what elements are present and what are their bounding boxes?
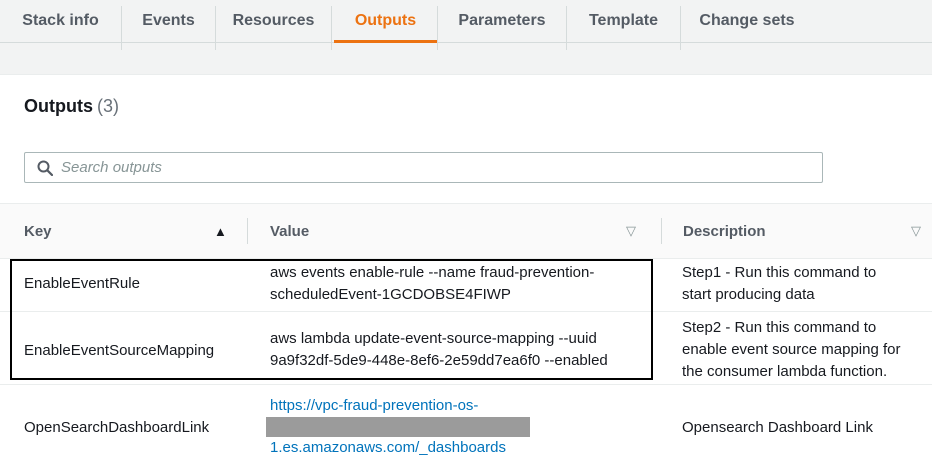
- description-line: enable event source mapping for: [682, 341, 901, 358]
- column-divider[interactable]: [661, 218, 662, 244]
- table-row: EnableEventRule aws events enable-rule -…: [0, 258, 932, 312]
- value-line: aws lambda update-event-source-mapping -…: [270, 330, 597, 347]
- sort-dropdown-icon[interactable]: ▽: [911, 223, 921, 239]
- panel-title: Outputs (3): [24, 96, 119, 117]
- tab-stack-info[interactable]: Stack info: [0, 0, 121, 42]
- panel-count: (3): [97, 96, 119, 116]
- column-header-key[interactable]: Key: [24, 204, 52, 258]
- tab-resources[interactable]: Resources: [216, 0, 331, 42]
- value-line: 9a9f32df-5de9-448e-8ef6-2e59dd7ea6f0 --e…: [270, 352, 608, 369]
- row-value: aws events enable-rule --name fraud-prev…: [270, 262, 650, 306]
- column-header-value[interactable]: Value: [270, 204, 309, 258]
- sort-ascending-icon[interactable]: ▲: [214, 224, 227, 239]
- sort-dropdown-icon[interactable]: ▽: [626, 223, 636, 239]
- tab-label: Parameters: [458, 12, 546, 29]
- dashboard-link[interactable]: 1.es.amazonaws.com/_dashboards: [270, 437, 650, 459]
- tab-label: Template: [588, 12, 659, 29]
- search-input[interactable]: [61, 153, 801, 182]
- value-line: aws events enable-rule --name fraud-prev…: [270, 264, 595, 281]
- tab-outputs[interactable]: Outputs: [334, 0, 437, 43]
- tab-label: Outputs: [354, 12, 417, 29]
- tab-change-sets[interactable]: Change sets: [681, 0, 813, 42]
- tab-divider: [331, 6, 332, 50]
- description-line: the consumer lambda function.: [682, 363, 888, 380]
- tab-label: Resources: [232, 12, 315, 29]
- search-icon: [37, 160, 53, 176]
- column-header-description[interactable]: Description: [683, 204, 766, 258]
- tab-template[interactable]: Template: [567, 0, 680, 42]
- table-row: EnableEventSourceMapping aws lambda upda…: [0, 312, 932, 385]
- description-line: start producing data: [682, 286, 815, 303]
- tab-bar: Stack info Events Resources Outputs Para…: [0, 0, 932, 50]
- column-header-label: Description: [683, 222, 766, 240]
- tab-label: Stack info: [22, 12, 99, 29]
- row-description: Opensearch Dashboard Link: [682, 417, 873, 439]
- description-line: Step2 - Run this command to: [682, 319, 877, 336]
- table-row: OpenSearchDashboardLink https://vpc-frau…: [0, 385, 932, 464]
- row-key: EnableEventSourceMapping: [24, 342, 215, 359]
- column-divider[interactable]: [247, 218, 248, 244]
- description-line: Step1 - Run this command to: [682, 264, 877, 281]
- value-line: scheduledEvent-1GCDOBSE4FIWP: [270, 286, 511, 303]
- search-box[interactable]: [24, 152, 823, 183]
- column-header-label: Key: [24, 222, 52, 240]
- tab-parameters[interactable]: Parameters: [438, 0, 566, 42]
- tab-label: Change sets: [699, 12, 795, 29]
- row-value: aws lambda update-event-source-mapping -…: [270, 328, 655, 372]
- dashboard-link[interactable]: https://vpc-fraud-prevention-os-: [270, 395, 650, 417]
- row-description: Step2 - Run this command to enable event…: [682, 317, 927, 383]
- redacted-block: [266, 417, 530, 437]
- table-header: Key ▲ Value ▽ Description ▽: [0, 203, 932, 259]
- row-description: Step1 - Run this command to start produc…: [682, 262, 922, 306]
- tab-events[interactable]: Events: [122, 0, 215, 42]
- row-key: EnableEventRule: [24, 275, 140, 292]
- row-value: https://vpc-fraud-prevention-os- 1.es.am…: [266, 395, 650, 459]
- row-key: OpenSearchDashboardLink: [24, 419, 210, 436]
- tab-label: Events: [142, 12, 195, 29]
- description-line: Opensearch Dashboard Link: [682, 419, 873, 436]
- column-header-label: Value: [270, 222, 310, 240]
- panel-title-text: Outputs: [24, 96, 93, 116]
